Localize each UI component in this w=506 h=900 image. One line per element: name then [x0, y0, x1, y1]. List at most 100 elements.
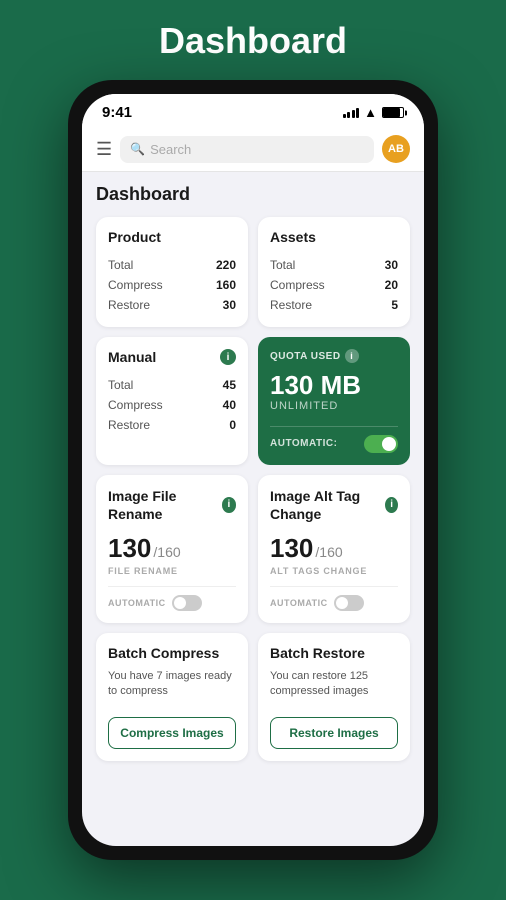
assets-compress-row: Compress 20 [270, 275, 398, 295]
search-placeholder-text: Search [150, 142, 191, 157]
assets-total-label: Total [270, 258, 295, 272]
manual-total-label: Total [108, 378, 133, 392]
product-compress-value: 160 [216, 278, 236, 292]
wifi-icon: ▲ [364, 105, 377, 120]
automatic-label: AUTOMATIC: [270, 438, 337, 449]
rename-card-title: Image File Rename [108, 487, 222, 523]
manual-compress-label: Compress [108, 398, 163, 412]
manual-card: Manual i Total 45 Compress 40 Restore [96, 337, 248, 465]
product-card-title: Product [108, 229, 161, 245]
signal-bars-icon [343, 108, 360, 118]
alt-tag-title-row: Image Alt Tag Change i [270, 487, 398, 523]
toggle-knob [382, 437, 396, 451]
status-time: 9:41 [102, 104, 132, 121]
battery-icon [382, 107, 404, 118]
rename-info-icon[interactable]: i [222, 497, 236, 513]
alt-tag-count-row: 130 /160 [270, 533, 398, 564]
alt-tag-auto-toggle[interactable] [334, 595, 364, 611]
rename-auto-toggle[interactable] [172, 595, 202, 611]
signal-bar-4 [356, 108, 359, 118]
rename-toggle-knob [174, 597, 186, 609]
alt-tag-card-title: Image Alt Tag Change [270, 487, 385, 523]
product-total-row: Total 220 [108, 255, 236, 275]
product-compress-label: Compress [108, 278, 163, 292]
hamburger-icon[interactable]: ☰ [96, 139, 112, 160]
product-card: Product Total 220 Compress 160 Restore [96, 217, 248, 327]
manual-compress-value: 40 [223, 398, 236, 412]
rename-count-sub: /160 [153, 544, 180, 560]
alt-tag-count-main: 130 [270, 533, 313, 564]
assets-restore-row: Restore 5 [270, 295, 398, 315]
product-total-value: 220 [216, 258, 236, 272]
avatar[interactable]: AB [382, 135, 410, 163]
product-card-title-row: Product [108, 229, 236, 245]
automatic-toggle[interactable] [364, 435, 398, 453]
image-rename-card: Image File Rename i 130 /160 FILE RENAME… [96, 475, 248, 623]
status-icons: ▲ [343, 105, 404, 120]
rename-auto-label: AUTOMATIC [108, 598, 166, 608]
assets-total-row: Total 30 [270, 255, 398, 275]
outer-container: Dashboard 9:41 ▲ [0, 0, 506, 900]
signal-bar-2 [347, 112, 350, 118]
batch-restore-card: Batch Restore You can restore 125 compre… [258, 633, 410, 761]
second-cards-grid: Manual i Total 45 Compress 40 Restore [96, 337, 410, 465]
alt-tag-auto-label: AUTOMATIC [270, 598, 328, 608]
manual-total-row: Total 45 [108, 375, 236, 395]
quota-sub: UNLIMITED [270, 400, 398, 412]
battery-fill [383, 108, 400, 117]
manual-card-title-row: Manual i [108, 349, 236, 365]
manual-info-icon[interactable]: i [220, 349, 236, 365]
status-bar: 9:41 ▲ [82, 94, 424, 127]
batch-section: Batch Compress You have 7 images ready t… [96, 633, 410, 761]
assets-card-title: Assets [270, 229, 316, 245]
quota-label: QUOTA USED [270, 351, 341, 362]
rename-count-main: 130 [108, 533, 151, 564]
rename-count-row: 130 /160 [108, 533, 236, 564]
assets-total-value: 30 [385, 258, 398, 272]
alt-tag-count-sub: /160 [315, 544, 342, 560]
batch-compress-card: Batch Compress You have 7 images ready t… [96, 633, 248, 761]
assets-restore-label: Restore [270, 298, 312, 312]
rename-type-label: FILE RENAME [108, 566, 236, 576]
assets-card-title-row: Assets [270, 229, 398, 245]
product-restore-value: 30 [223, 298, 236, 312]
batch-restore-title: Batch Restore [270, 645, 398, 661]
top-cards-grid: Product Total 220 Compress 160 Restore [96, 217, 410, 327]
alt-tag-toggle-knob [336, 597, 348, 609]
manual-restore-value: 0 [229, 418, 236, 432]
phone-frame: 9:41 ▲ ☰ 🔍 [68, 80, 438, 860]
assets-compress-label: Compress [270, 278, 325, 292]
dashboard-heading: Dashboard [96, 184, 410, 205]
automatic-row: AUTOMATIC: [270, 426, 398, 453]
alt-tag-type-label: ALT TAGS CHANGE [270, 566, 398, 576]
manual-card-title: Manual [108, 349, 156, 365]
batch-compress-title: Batch Compress [108, 645, 236, 661]
signal-bar-3 [352, 110, 355, 118]
batch-compress-desc: You have 7 images ready to compress [108, 669, 236, 705]
product-compress-row: Compress 160 [108, 275, 236, 295]
manual-restore-label: Restore [108, 418, 150, 432]
alt-tag-card: Image Alt Tag Change i 130 /160 ALT TAGS… [258, 475, 410, 623]
assets-restore-value: 5 [391, 298, 398, 312]
restore-images-button[interactable]: Restore Images [270, 717, 398, 749]
batch-restore-desc: You can restore 125 compressed images [270, 669, 398, 705]
rename-title-row: Image File Rename i [108, 487, 236, 523]
phone-screen: 9:41 ▲ ☰ 🔍 [82, 94, 424, 846]
compress-images-button[interactable]: Compress Images [108, 717, 236, 749]
quota-info-icon[interactable]: i [345, 349, 359, 363]
product-restore-label: Restore [108, 298, 150, 312]
manual-restore-row: Restore 0 [108, 415, 236, 435]
manual-total-value: 45 [223, 378, 236, 392]
manual-compress-row: Compress 40 [108, 395, 236, 415]
quota-title-row: QUOTA USED i [270, 349, 398, 363]
page-title: Dashboard [159, 20, 347, 62]
alt-tag-info-icon[interactable]: i [385, 497, 398, 513]
assets-compress-value: 20 [385, 278, 398, 292]
quota-value: 130 MB [270, 371, 398, 400]
search-bar[interactable]: 🔍 Search [120, 136, 374, 163]
quota-card: QUOTA USED i 130 MB UNLIMITED AUTOMATIC: [258, 337, 410, 465]
third-cards-grid: Image File Rename i 130 /160 FILE RENAME… [96, 475, 410, 623]
assets-card: Assets Total 30 Compress 20 Restore 5 [258, 217, 410, 327]
product-total-label: Total [108, 258, 133, 272]
search-icon: 🔍 [130, 142, 145, 156]
